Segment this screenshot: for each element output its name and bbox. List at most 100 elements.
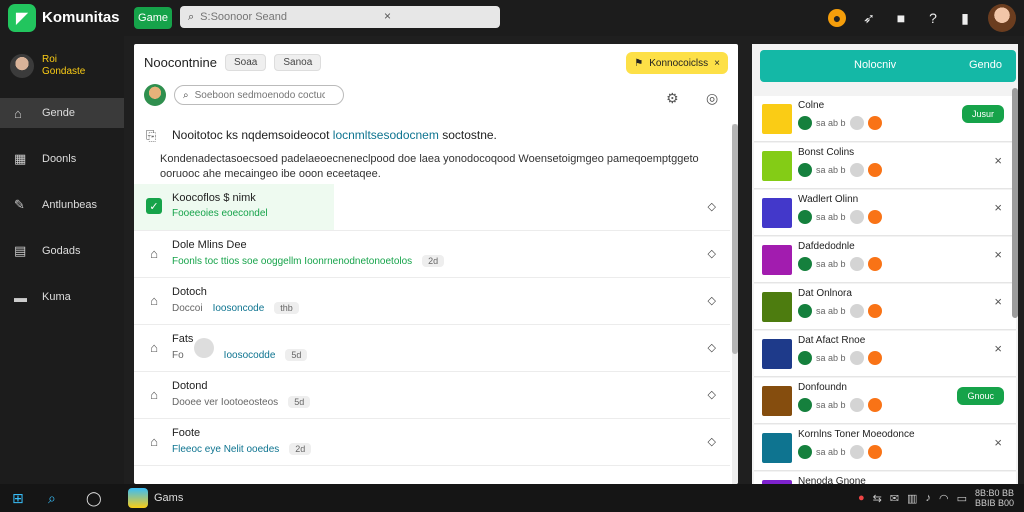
list-item-link[interactable]: Ioosocodde xyxy=(224,350,276,361)
close-icon[interactable]: × xyxy=(714,58,720,69)
browser-icon[interactable]: ● xyxy=(858,492,865,504)
game-thumbnail xyxy=(762,151,792,181)
list-item[interactable]: ⌂ Dotoch Doccoi Ioosoncode thb ◇ xyxy=(134,278,730,325)
feed-search[interactable]: ⌕ xyxy=(174,85,344,105)
battery-icon[interactable]: ▭ xyxy=(957,492,967,505)
main-header: Noocontnine Soaa Sanoa xyxy=(144,54,322,71)
avatar[interactable] xyxy=(144,84,166,106)
list-item[interactable]: ⌂ Dole Mlins Dee Foonls toc ttios soe oo… xyxy=(134,231,730,278)
close-icon[interactable]: × xyxy=(994,153,1002,168)
right-panel-action[interactable]: Gendo xyxy=(969,59,1002,71)
list-item-title: Foote xyxy=(172,427,201,439)
game-list-item[interactable]: Nenoda Gnone xyxy=(754,472,1016,484)
wifi-icon[interactable]: ◠ xyxy=(939,492,949,505)
game-thumbnail xyxy=(762,386,792,416)
list-item[interactable]: ⌂ Dotond Dooee ver Iootoeosteos 5d ◇ xyxy=(134,372,730,419)
right-scrollbar[interactable] xyxy=(1012,88,1018,318)
help-icon[interactable]: ? xyxy=(924,9,942,27)
network-icon[interactable]: ▥ xyxy=(907,492,917,505)
clock-date: BBIB B00 xyxy=(974,498,1014,508)
chat-bubble-icon[interactable]: ◯ xyxy=(86,490,102,507)
profile-name: Roi Gondaste xyxy=(42,54,85,78)
close-icon[interactable]: × xyxy=(994,435,1002,450)
settings-circle-icon[interactable]: ◎ xyxy=(706,90,718,107)
diamond-icon[interactable]: ◇ xyxy=(708,341,716,354)
diamond-icon[interactable]: ◇ xyxy=(708,435,716,448)
game-meta-text: sa ab b xyxy=(816,165,846,175)
game-meta: sa ab b xyxy=(798,116,882,130)
filter-chip-2[interactable]: Sanoa xyxy=(274,54,322,71)
sidebar-item-docs[interactable]: ▦ Doonls xyxy=(0,144,124,174)
intro-link[interactable]: locnmltsesodocnem xyxy=(333,128,439,142)
games-button[interactable]: Game xyxy=(134,7,172,29)
game-title: Nenoda Gnone xyxy=(798,476,866,484)
document-icon: ⎘ xyxy=(146,128,157,143)
search-input[interactable] xyxy=(200,11,401,23)
gear-icon[interactable]: ⚙ xyxy=(666,90,679,107)
list-item-link[interactable]: Fleeoc eye Nelit ooedes xyxy=(172,444,279,455)
volume-icon[interactable]: ♪ xyxy=(925,492,931,504)
sidebar-profile[interactable]: Roi Gondaste xyxy=(10,54,85,78)
close-icon[interactable]: × xyxy=(994,247,1002,262)
achievement-icon[interactable]: ● xyxy=(828,9,846,27)
join-button[interactable]: Jusur xyxy=(961,105,1004,123)
feed-search-input[interactable] xyxy=(194,89,325,101)
game-list-item[interactable]: Dafdedodnle sa ab b × xyxy=(754,237,1016,283)
sidebar-item-home[interactable]: ⌂ Gende xyxy=(0,98,124,128)
diamond-icon[interactable]: ◇ xyxy=(708,200,716,213)
taskbar-app[interactable]: Gams xyxy=(128,488,183,508)
windows-start-icon[interactable]: ⊞ xyxy=(12,490,24,507)
game-list-item[interactable]: Kornlns Toner Moeodonce sa ab b × xyxy=(754,425,1016,471)
diamond-icon[interactable]: ◇ xyxy=(708,294,716,307)
share-icon[interactable]: ⇆ xyxy=(873,492,882,505)
list-item-sub: Doccoi Ioosoncode thb xyxy=(172,302,299,314)
right-panel-header[interactable]: Nolocniv Gendo xyxy=(760,50,1016,82)
notification-icon[interactable]: ▮ xyxy=(956,9,974,27)
list-item[interactable]: ✓ Koocoflos $ nimk Fooeeoies eoecondel ◇ xyxy=(134,184,730,231)
chat-icon[interactable]: ■ xyxy=(892,9,910,27)
game-thumbnail xyxy=(762,292,792,322)
notification-label: Konnocoiclss xyxy=(649,57,709,69)
clear-search-icon[interactable]: × xyxy=(384,9,391,23)
list-item[interactable]: ⌂ Foote Fleeoc eye Nelit ooedes 2d ◇ xyxy=(134,419,730,466)
search-icon[interactable]: ⌕ xyxy=(48,490,56,507)
close-icon[interactable]: × xyxy=(994,294,1002,309)
clock[interactable]: 8B:B0 BB BBIB B00 xyxy=(975,488,1014,508)
join-button[interactable]: Gnouc xyxy=(957,387,1004,405)
game-list-item[interactable]: Donfoundn sa ab b Gnouc xyxy=(754,378,1016,424)
scrollbar-thumb[interactable] xyxy=(732,124,738,354)
notification-pill[interactable]: ⚑ Konnocoiclss × xyxy=(626,52,728,74)
list-item-link[interactable]: Ioosoncode xyxy=(213,303,265,314)
status-dot xyxy=(867,398,882,412)
clock-time: 8B:B0 BB xyxy=(974,488,1014,498)
close-icon[interactable]: × xyxy=(994,341,1002,356)
sidebar-item-folder[interactable]: ▬ Kuma xyxy=(0,282,124,312)
game-list-item[interactable]: Dat Onlnora sa ab b × xyxy=(754,284,1016,330)
status-dot xyxy=(849,163,864,177)
game-list-item[interactable]: Colne sa ab b Jusur xyxy=(754,96,1016,142)
search-icon: ⌕ xyxy=(183,89,189,101)
diamond-icon[interactable]: ◇ xyxy=(708,247,716,260)
diamond-icon[interactable]: ◇ xyxy=(708,388,716,401)
list-item-sub: Dooee ver Iootoeosteos 5d xyxy=(172,396,311,408)
sidebar-item-groups[interactable]: ▤ Godads xyxy=(0,236,124,266)
rocket-icon[interactable]: ➶ xyxy=(860,9,878,27)
mail-icon[interactable]: ✉ xyxy=(890,492,899,505)
game-list-item[interactable]: Wadlert Olinn sa ab b × xyxy=(754,190,1016,236)
flag-icon: ⚑ xyxy=(634,57,644,69)
main-scrollbar[interactable] xyxy=(732,124,738,484)
sidebar-item-label: Godads xyxy=(42,245,81,257)
game-list-item[interactable]: Bonst Colins sa ab b × xyxy=(754,143,1016,189)
sidebar-item-tools[interactable]: ✎ Antlunbeas xyxy=(0,190,124,220)
user-avatar[interactable] xyxy=(988,4,1016,32)
filter-chip-1[interactable]: Soaa xyxy=(225,54,267,71)
app-logo-icon[interactable]: ◤ xyxy=(8,4,36,32)
time-badge: thb xyxy=(274,302,299,314)
game-meta: sa ab b xyxy=(798,351,882,365)
search-bar[interactable]: ⌕ × xyxy=(180,6,500,28)
close-icon[interactable]: × xyxy=(994,200,1002,215)
list-item-sub: Fooeeoies eoecondel xyxy=(172,208,268,219)
game-list-item[interactable]: Dat Afact Rnoe sa ab b × xyxy=(754,331,1016,377)
avatar xyxy=(10,54,34,78)
list-item[interactable]: ⌂ Fats Fo Ioosocodde 5d ◇ xyxy=(134,325,730,372)
